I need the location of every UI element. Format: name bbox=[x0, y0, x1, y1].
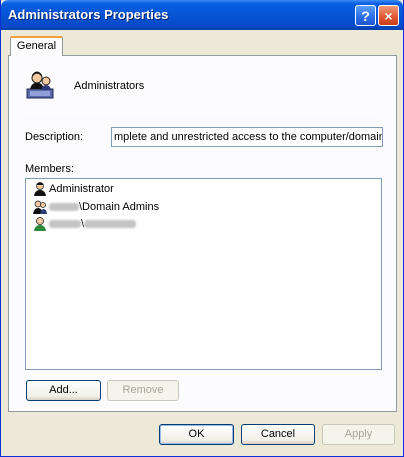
members-label: Members: bbox=[25, 163, 74, 175]
redacted-domain bbox=[49, 203, 79, 211]
remove-button[interactable]: Remove bbox=[107, 380, 179, 401]
list-item-administrator[interactable]: Administrator bbox=[32, 181, 114, 197]
tab-general[interactable]: General bbox=[10, 36, 63, 56]
apply-button[interactable]: Apply bbox=[322, 424, 395, 445]
close-icon: × bbox=[384, 7, 393, 24]
title-bar[interactable]: Administrators Properties ? × bbox=[1, 0, 403, 30]
redacted-domain bbox=[49, 220, 81, 228]
group-name: Administrators bbox=[74, 80, 145, 92]
members-list[interactable]: Administrator \Domain Admins \ bbox=[25, 178, 382, 370]
list-item-domain-admins[interactable]: \Domain Admins bbox=[32, 199, 159, 215]
description-label: Description: bbox=[25, 131, 84, 143]
list-item-user[interactable]: \ bbox=[32, 216, 137, 232]
users-group-icon bbox=[33, 200, 47, 214]
window-title: Administrators Properties bbox=[8, 7, 169, 22]
redacted-username bbox=[84, 220, 137, 228]
help-icon: ? bbox=[361, 7, 370, 24]
add-button[interactable]: Add... bbox=[26, 380, 101, 401]
cancel-button[interactable]: Cancel bbox=[241, 424, 315, 445]
description-input[interactable]: mplete and unrestricted access to the co… bbox=[111, 127, 383, 147]
member-name: \Domain Admins bbox=[79, 201, 160, 213]
separator bbox=[25, 113, 381, 114]
ok-button[interactable]: OK bbox=[159, 424, 234, 445]
users-group-icon bbox=[26, 71, 54, 99]
close-button[interactable]: × bbox=[378, 5, 399, 26]
description-value: mplete and unrestricted access to the co… bbox=[114, 131, 383, 143]
user-icon bbox=[34, 182, 46, 196]
member-name: Administrator bbox=[49, 183, 114, 195]
user-icon bbox=[34, 217, 46, 231]
properties-window: Administrators Properties ? × General Ad… bbox=[0, 0, 404, 457]
help-button[interactable]: ? bbox=[355, 5, 376, 26]
